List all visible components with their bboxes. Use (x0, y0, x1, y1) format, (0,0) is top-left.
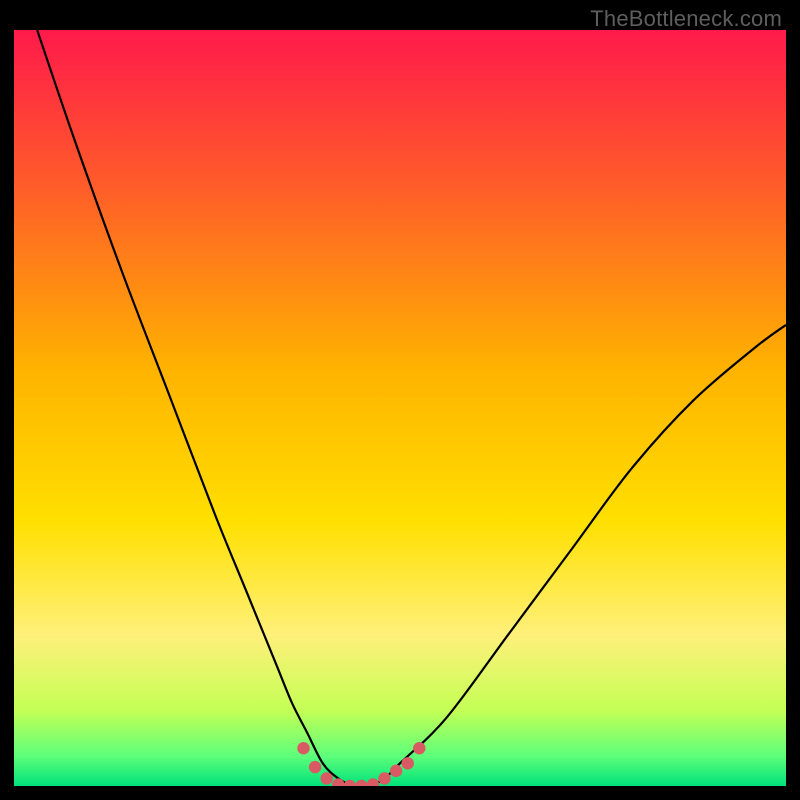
chart-svg (14, 30, 786, 786)
watermark-text: TheBottleneck.com (590, 6, 782, 32)
optimal-dot (390, 765, 402, 777)
optimal-dot (413, 742, 425, 754)
optimal-dot (309, 761, 321, 773)
optimal-dot (320, 772, 332, 784)
plot-area (14, 30, 786, 786)
optimal-dot (402, 757, 414, 769)
optimal-dot (378, 772, 390, 784)
optimal-dot (297, 742, 309, 754)
gradient-background (14, 30, 786, 786)
chart-container: TheBottleneck.com (0, 0, 800, 800)
